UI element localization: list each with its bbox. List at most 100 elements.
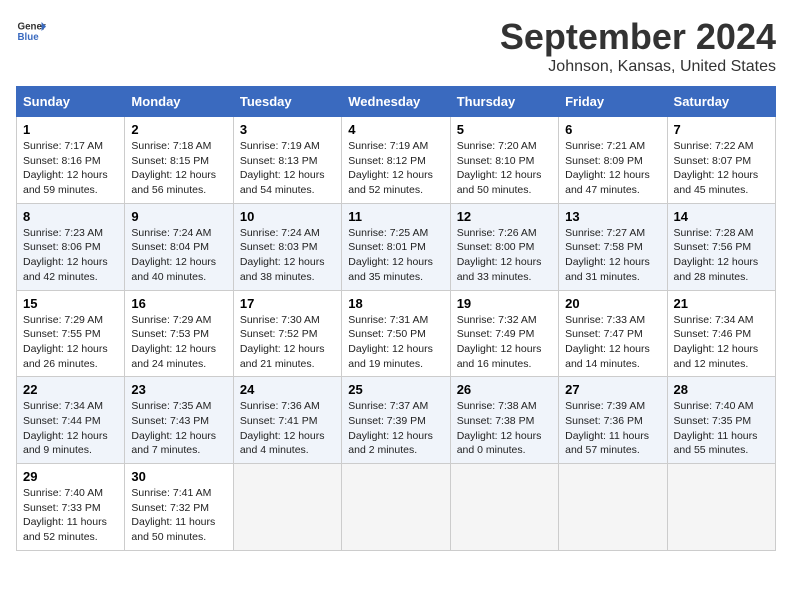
calendar-table: SundayMondayTuesdayWednesdayThursdayFrid… xyxy=(16,86,776,551)
calendar-cell: 5 Sunrise: 7:20 AM Sunset: 8:10 PM Daylig… xyxy=(450,117,558,204)
calendar-cell: 12 Sunrise: 7:26 AM Sunset: 8:00 PM Dayli… xyxy=(450,203,558,290)
calendar-cell: 2 Sunrise: 7:18 AM Sunset: 8:15 PM Daylig… xyxy=(125,117,233,204)
day-number: 5 xyxy=(457,122,552,137)
calendar-cell: 20Sunrise: 7:33 AM Sunset: 7:47 PM Dayli… xyxy=(559,290,667,377)
day-number: 11 xyxy=(348,209,443,224)
page-subtitle: Johnson, Kansas, United States xyxy=(500,58,776,76)
calendar-cell: 3 Sunrise: 7:19 AM Sunset: 8:13 PM Daylig… xyxy=(233,117,341,204)
day-number: 28 xyxy=(674,382,769,397)
cell-content: Sunrise: 7:31 AM Sunset: 7:50 PM Dayligh… xyxy=(348,313,443,372)
calendar-cell: 15 Sunrise: 7:29 AM Sunset: 7:55 PM Dayli… xyxy=(17,290,125,377)
calendar-cell: 24Sunrise: 7:36 AM Sunset: 7:41 PM Dayli… xyxy=(233,377,341,464)
calendar-cell: 13 Sunrise: 7:27 AM Sunset: 7:58 PM Dayli… xyxy=(559,203,667,290)
cell-content: Sunrise: 7:17 AM Sunset: 8:16 PM Dayligh… xyxy=(23,139,118,198)
day-number: 10 xyxy=(240,209,335,224)
day-number: 1 xyxy=(23,122,118,137)
title-area: September 2024 Johnson, Kansas, United S… xyxy=(500,16,776,76)
calendar-cell xyxy=(342,464,450,551)
calendar-cell: 16 Sunrise: 7:29 AM Sunset: 7:53 PM Dayli… xyxy=(125,290,233,377)
day-number: 14 xyxy=(674,209,769,224)
day-number: 22 xyxy=(23,382,118,397)
calendar-cell: 4 Sunrise: 7:19 AM Sunset: 8:12 PM Daylig… xyxy=(342,117,450,204)
calendar-cell: 14 Sunrise: 7:28 AM Sunset: 7:56 PM Dayli… xyxy=(667,203,775,290)
cell-content: Sunrise: 7:29 AM Sunset: 7:53 PM Dayligh… xyxy=(131,313,226,372)
cell-content: Sunrise: 7:28 AM Sunset: 7:56 PM Dayligh… xyxy=(674,226,769,285)
cell-content: Sunrise: 7:22 AM Sunset: 8:07 PM Dayligh… xyxy=(674,139,769,198)
logo: General Blue xyxy=(16,16,46,46)
col-header-tuesday: Tuesday xyxy=(233,87,341,117)
calendar-cell: 1 Sunrise: 7:17 AM Sunset: 8:16 PM Daylig… xyxy=(17,117,125,204)
cell-content: Sunrise: 7:21 AM Sunset: 8:09 PM Dayligh… xyxy=(565,139,660,198)
day-number: 29 xyxy=(23,469,118,484)
day-number: 19 xyxy=(457,296,552,311)
day-number: 7 xyxy=(674,122,769,137)
cell-content: Sunrise: 7:29 AM Sunset: 7:55 PM Dayligh… xyxy=(23,313,118,372)
calendar-cell: 29 Sunrise: 7:40 AM Sunset: 7:33 PM Dayli… xyxy=(17,464,125,551)
calendar-cell: 22 Sunrise: 7:34 AM Sunset: 7:44 PM Dayli… xyxy=(17,377,125,464)
calendar-cell: 11 Sunrise: 7:25 AM Sunset: 8:01 PM Dayli… xyxy=(342,203,450,290)
calendar-cell: 9Sunrise: 7:24 AM Sunset: 8:04 PM Daylig… xyxy=(125,203,233,290)
calendar-cell: 10 Sunrise: 7:24 AM Sunset: 8:03 PM Dayli… xyxy=(233,203,341,290)
week-row-3: 15 Sunrise: 7:29 AM Sunset: 7:55 PM Dayli… xyxy=(17,290,776,377)
cell-content: Sunrise: 7:39 AM Sunset: 7:36 PM Dayligh… xyxy=(565,399,660,458)
cell-content: Sunrise: 7:40 AM Sunset: 7:35 PM Dayligh… xyxy=(674,399,769,458)
calendar-cell xyxy=(559,464,667,551)
day-number: 12 xyxy=(457,209,552,224)
day-number: 26 xyxy=(457,382,552,397)
col-header-friday: Friday xyxy=(559,87,667,117)
day-number: 2 xyxy=(131,122,226,137)
cell-content: Sunrise: 7:40 AM Sunset: 7:33 PM Dayligh… xyxy=(23,486,118,545)
calendar-cell xyxy=(233,464,341,551)
day-number: 21 xyxy=(674,296,769,311)
calendar-cell: 7 Sunrise: 7:22 AM Sunset: 8:07 PM Daylig… xyxy=(667,117,775,204)
cell-content: Sunrise: 7:20 AM Sunset: 8:10 PM Dayligh… xyxy=(457,139,552,198)
day-number: 20 xyxy=(565,296,660,311)
cell-content: Sunrise: 7:37 AM Sunset: 7:39 PM Dayligh… xyxy=(348,399,443,458)
day-number: 18 xyxy=(348,296,443,311)
logo-icon: General Blue xyxy=(16,16,46,46)
col-header-wednesday: Wednesday xyxy=(342,87,450,117)
cell-content: Sunrise: 7:26 AM Sunset: 8:00 PM Dayligh… xyxy=(457,226,552,285)
cell-content: Sunrise: 7:25 AM Sunset: 8:01 PM Dayligh… xyxy=(348,226,443,285)
calendar-cell: 27 Sunrise: 7:39 AM Sunset: 7:36 PM Dayli… xyxy=(559,377,667,464)
day-number: 17 xyxy=(240,296,335,311)
week-row-5: 29 Sunrise: 7:40 AM Sunset: 7:33 PM Dayli… xyxy=(17,464,776,551)
day-number: 13 xyxy=(565,209,660,224)
col-header-monday: Monday xyxy=(125,87,233,117)
calendar-cell: 28 Sunrise: 7:40 AM Sunset: 7:35 PM Dayli… xyxy=(667,377,775,464)
header: General Blue September 2024 Johnson, Kan… xyxy=(16,16,776,76)
col-header-sunday: Sunday xyxy=(17,87,125,117)
calendar-cell xyxy=(450,464,558,551)
cell-content: Sunrise: 7:19 AM Sunset: 8:12 PM Dayligh… xyxy=(348,139,443,198)
cell-content: Sunrise: 7:18 AM Sunset: 8:15 PM Dayligh… xyxy=(131,139,226,198)
cell-content: Sunrise: 7:36 AM Sunset: 7:41 PM Dayligh… xyxy=(240,399,335,458)
calendar-cell: 18 Sunrise: 7:31 AM Sunset: 7:50 PM Dayli… xyxy=(342,290,450,377)
week-row-2: 8Sunrise: 7:23 AM Sunset: 8:06 PM Daylig… xyxy=(17,203,776,290)
calendar-cell: 26 Sunrise: 7:38 AM Sunset: 7:38 PM Dayli… xyxy=(450,377,558,464)
cell-content: Sunrise: 7:41 AM Sunset: 7:32 PM Dayligh… xyxy=(131,486,226,545)
cell-content: Sunrise: 7:23 AM Sunset: 8:06 PM Dayligh… xyxy=(23,226,118,285)
day-number: 6 xyxy=(565,122,660,137)
day-number: 15 xyxy=(23,296,118,311)
cell-content: Sunrise: 7:34 AM Sunset: 7:44 PM Dayligh… xyxy=(23,399,118,458)
day-number: 16 xyxy=(131,296,226,311)
header-row: SundayMondayTuesdayWednesdayThursdayFrid… xyxy=(17,87,776,117)
week-row-1: 1 Sunrise: 7:17 AM Sunset: 8:16 PM Daylig… xyxy=(17,117,776,204)
page-title: September 2024 xyxy=(500,16,776,58)
cell-content: Sunrise: 7:19 AM Sunset: 8:13 PM Dayligh… xyxy=(240,139,335,198)
calendar-cell: 25Sunrise: 7:37 AM Sunset: 7:39 PM Dayli… xyxy=(342,377,450,464)
day-number: 27 xyxy=(565,382,660,397)
day-number: 4 xyxy=(348,122,443,137)
cell-content: Sunrise: 7:38 AM Sunset: 7:38 PM Dayligh… xyxy=(457,399,552,458)
cell-content: Sunrise: 7:27 AM Sunset: 7:58 PM Dayligh… xyxy=(565,226,660,285)
cell-content: Sunrise: 7:34 AM Sunset: 7:46 PM Dayligh… xyxy=(674,313,769,372)
cell-content: Sunrise: 7:24 AM Sunset: 8:03 PM Dayligh… xyxy=(240,226,335,285)
day-number: 30 xyxy=(131,469,226,484)
day-number: 3 xyxy=(240,122,335,137)
calendar-cell: 30 Sunrise: 7:41 AM Sunset: 7:32 PM Dayli… xyxy=(125,464,233,551)
calendar-cell xyxy=(667,464,775,551)
calendar-cell: 21 Sunrise: 7:34 AM Sunset: 7:46 PM Dayli… xyxy=(667,290,775,377)
cell-content: Sunrise: 7:32 AM Sunset: 7:49 PM Dayligh… xyxy=(457,313,552,372)
cell-content: Sunrise: 7:35 AM Sunset: 7:43 PM Dayligh… xyxy=(131,399,226,458)
cell-content: Sunrise: 7:24 AM Sunset: 8:04 PM Dayligh… xyxy=(131,226,226,285)
